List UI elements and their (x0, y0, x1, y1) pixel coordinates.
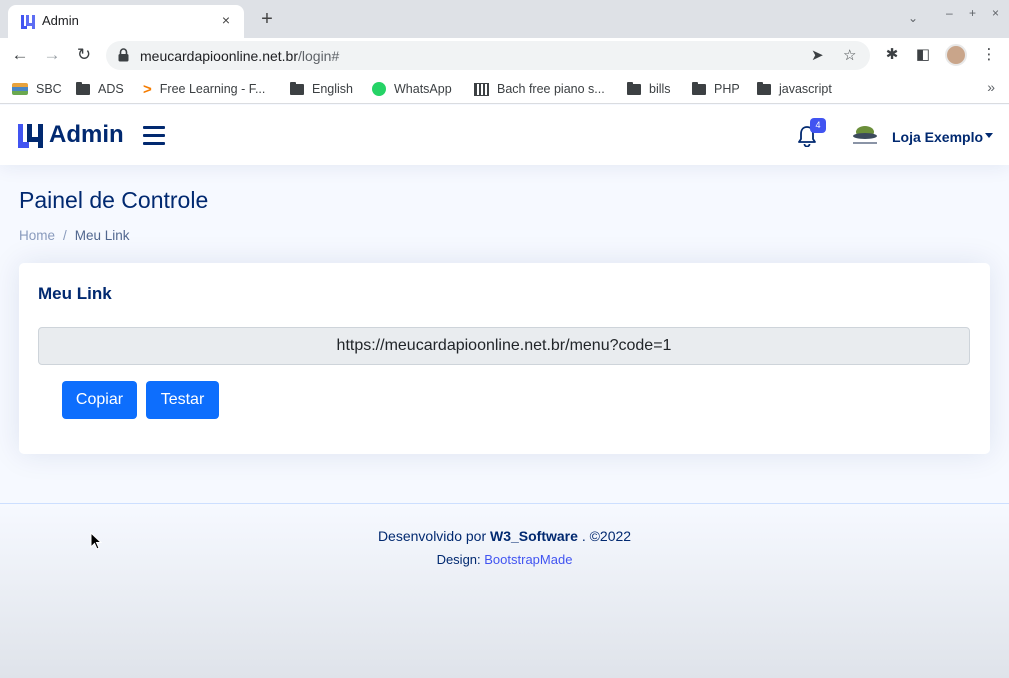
url-text: meucardapioonline.net.br/login# (140, 48, 339, 64)
page-title: Painel de Controle (19, 187, 209, 213)
forward-arrow-icon[interactable]: → (40, 43, 64, 67)
bookmark-label: Free Learning - F... (159, 82, 266, 96)
close-window-icon[interactable]: × (992, 6, 999, 20)
folder-icon (757, 81, 771, 95)
bookmark-bach-piano[interactable]: Bach free piano s... (474, 80, 605, 98)
mouse-pointer-icon (90, 532, 102, 550)
bookmark-label: WhatsApp (394, 82, 452, 96)
lock-icon (118, 48, 129, 62)
store-name[interactable]: Loja Exemplo (892, 129, 983, 145)
url-host: meucardapioonline.net.br (140, 48, 298, 64)
logo-text[interactable]: Admin (49, 121, 124, 149)
tab-title: Admin (42, 13, 79, 28)
folder-icon (290, 81, 304, 95)
bookmark-label: SBC (36, 82, 62, 96)
bookmark-english[interactable]: English (290, 80, 353, 98)
breadcrumb-home-link[interactable]: Home (19, 228, 55, 243)
card-title: Meu Link (38, 284, 112, 303)
admin-page: Admin 4 Loja Exemplo Painel de Controle … (0, 105, 1009, 678)
bookmark-star-icon[interactable]: ☆ (843, 46, 856, 64)
bookmark-bills[interactable]: bills (627, 80, 671, 98)
footer-copyright: . ©2022 (581, 528, 632, 544)
folder-icon (76, 81, 90, 95)
caret-down-icon[interactable] (985, 133, 993, 138)
folder-icon (627, 81, 641, 95)
whatsapp-icon (372, 82, 386, 96)
new-tab-icon[interactable]: + (256, 8, 278, 30)
bookmark-free-learning[interactable]: > Free Learning - F... (143, 80, 265, 98)
browser-tab-bar: Admin × + ⌄ – + × (0, 0, 1009, 38)
footer-design-label: Design: (436, 552, 481, 567)
close-tab-icon[interactable]: × (216, 10, 236, 30)
url-path: /login# (298, 48, 340, 64)
maximize-window-icon[interactable]: + (969, 6, 976, 20)
bookmark-label: English (312, 82, 353, 96)
store-logo-icon[interactable] (848, 123, 882, 147)
page-footer: Desenvolvido por W3_Software . ©2022 Des… (0, 503, 1009, 678)
back-arrow-icon[interactable]: ← (8, 43, 32, 67)
sidebar-toggle-hamburger-icon[interactable] (143, 126, 165, 145)
more-bookmarks-icon[interactable]: » (987, 79, 995, 95)
bookmarks-bar: SBC ADS > Free Learning - F... English W… (0, 73, 1009, 104)
browser-tab-admin[interactable]: Admin × (8, 5, 244, 38)
address-bar[interactable]: meucardapioonline.net.br/login# ➤ ☆ (106, 41, 870, 70)
my-link-card: Meu Link https://meucardapioonline.net.b… (19, 263, 990, 454)
send-icon[interactable]: ➤ (811, 46, 824, 64)
extensions-puzzle-icon[interactable]: ✱ (882, 45, 902, 65)
bookmark-label: bills (649, 82, 671, 96)
footer-developed-by: Desenvolvido por (377, 528, 487, 544)
tab-search-chevron-icon[interactable]: ⌄ (908, 11, 918, 25)
bookmark-whatsapp[interactable]: WhatsApp (372, 80, 452, 98)
notification-count-badge: 4 (810, 118, 826, 133)
piano-icon (474, 82, 489, 96)
footer-design: Design: BootstrapMade (0, 552, 1009, 567)
bookmark-javascript[interactable]: javascript (757, 80, 832, 98)
bookmark-label: Bach free piano s... (497, 82, 605, 96)
menu-link-field[interactable]: https://meucardapioonline.net.br/menu?co… (38, 327, 970, 365)
profile-avatar[interactable] (945, 44, 967, 66)
bookmark-php[interactable]: PHP (692, 80, 740, 98)
bookmark-ads[interactable]: ADS (76, 80, 124, 98)
footer-company-link[interactable]: W3_Software (490, 528, 578, 544)
bookmark-sbc[interactable]: SBC (12, 80, 62, 98)
app-header: Admin 4 Loja Exemplo (0, 105, 1009, 165)
chevron-orange-icon: > (143, 80, 152, 98)
browser-toolbar: ← → ↻ meucardapioonline.net.br/login# ➤ … (0, 38, 1009, 73)
stack-icon (12, 83, 28, 95)
bookmark-label: ADS (98, 82, 124, 96)
side-panel-icon[interactable]: ◧ (913, 45, 933, 65)
menu-kebab-icon[interactable]: ⋮ (979, 45, 999, 65)
minimize-window-icon[interactable]: – (946, 6, 953, 20)
footer-credits: Desenvolvido por W3_Software . ©2022 (0, 528, 1009, 544)
copy-button[interactable]: Copiar (62, 381, 137, 419)
admin-favicon-icon (21, 15, 35, 29)
breadcrumb: Home / Meu Link (19, 228, 130, 243)
test-button[interactable]: Testar (146, 381, 219, 419)
folder-icon (692, 81, 706, 95)
admin-logo-icon[interactable] (18, 124, 44, 148)
reload-icon[interactable]: ↻ (72, 43, 96, 67)
footer-design-link[interactable]: BootstrapMade (484, 552, 572, 567)
bookmark-label: PHP (714, 82, 740, 96)
breadcrumb-separator: / (63, 228, 67, 243)
breadcrumb-current: Meu Link (74, 228, 130, 243)
bookmark-label: javascript (779, 82, 832, 96)
